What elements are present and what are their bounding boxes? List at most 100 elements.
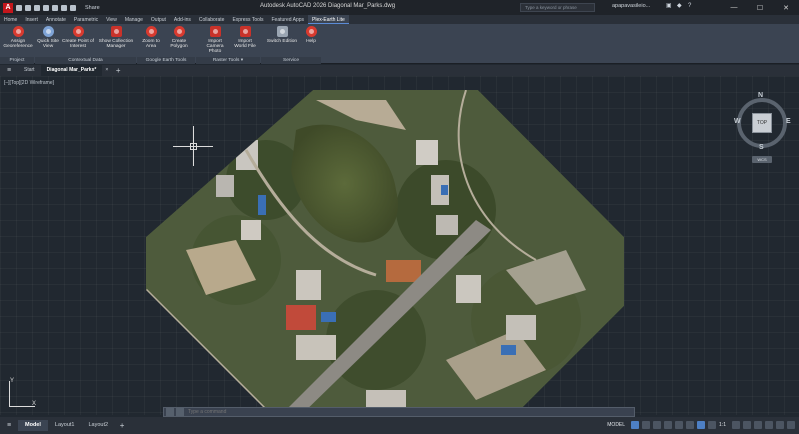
tab-plex-earth-lite[interactable]: Plex-Earth Lite bbox=[308, 15, 349, 24]
zoom-to-area-button[interactable]: Zoom to Area bbox=[139, 26, 163, 49]
tab-featured-apps[interactable]: Featured Apps bbox=[268, 15, 309, 24]
window-controls: — ☐ ✕ bbox=[721, 0, 799, 15]
open-file-icon[interactable] bbox=[25, 4, 31, 11]
layout-tab-model[interactable]: Model bbox=[18, 420, 48, 431]
cart-icon[interactable]: ▣ bbox=[666, 3, 673, 10]
save-as-icon[interactable] bbox=[43, 4, 49, 11]
customize-command-icon[interactable] bbox=[176, 408, 184, 416]
layout-tab-layout2[interactable]: Layout2 bbox=[81, 420, 115, 431]
doc-tab-diagonal-mar-parks[interactable]: Diagonal Mar_Parks* bbox=[40, 65, 103, 76]
title-tools: ▣ ◆ ? bbox=[666, 3, 695, 10]
aerial-map-image bbox=[146, 90, 624, 415]
compass-east[interactable]: E bbox=[786, 118, 791, 125]
document-tab-bar: ≡ Start Diagonal Mar_Parks* × + bbox=[0, 65, 799, 76]
object-snap-icon[interactable] bbox=[697, 421, 706, 429]
workspace-gear-icon[interactable] bbox=[732, 421, 740, 429]
hardware-acceleration-icon[interactable] bbox=[765, 421, 773, 429]
viewcube[interactable]: TOP N S E W bbox=[733, 92, 791, 152]
viewport-controls[interactable]: [–][Top][2D Wireframe] bbox=[4, 80, 54, 86]
customization-menu-icon[interactable] bbox=[787, 421, 795, 429]
title-bar: A Share Autodesk AutoCAD 2026 Diagonal M… bbox=[0, 0, 799, 15]
ucs-x-label: X bbox=[32, 401, 37, 407]
show-collection-label: Show Collection Manager bbox=[98, 39, 134, 49]
object-snap-tracking-icon[interactable] bbox=[686, 421, 695, 429]
help-circle-icon bbox=[305, 26, 317, 37]
group-google-earth-tools: Google Earth Tools bbox=[137, 57, 195, 64]
close-command-line-icon[interactable] bbox=[166, 408, 174, 416]
crosshair-pickbox bbox=[190, 143, 197, 150]
add-layout-button[interactable]: + bbox=[115, 421, 129, 430]
window-title: Autodesk AutoCAD 2026 Diagonal Mar_Parks… bbox=[260, 3, 396, 9]
tab-parametric[interactable]: Parametric bbox=[70, 15, 102, 24]
clean-screen-icon[interactable] bbox=[776, 421, 784, 429]
assign-georeference-button[interactable]: Assign Georeference bbox=[3, 26, 33, 49]
ribbon-panel: Assign Georeference Quick Site View Crea… bbox=[0, 24, 799, 64]
hamburger-menu-icon[interactable]: ≡ bbox=[0, 67, 18, 74]
layout-menu-icon[interactable]: ≡ bbox=[0, 422, 18, 429]
grid-icon[interactable] bbox=[631, 421, 640, 429]
maximize-button[interactable]: ☐ bbox=[747, 0, 773, 15]
wcs-menu-button[interactable]: WCS bbox=[752, 156, 772, 163]
save-icon[interactable] bbox=[34, 4, 40, 11]
drawing-area[interactable]: [–][Top][2D Wireframe] TOP N S E W WCS Y… bbox=[0, 76, 799, 415]
tab-annotate[interactable]: Annotate bbox=[42, 15, 70, 24]
model-space-toggle[interactable]: MODEL bbox=[607, 422, 625, 428]
new-tab-button[interactable]: + bbox=[111, 66, 125, 75]
share-button[interactable]: Share bbox=[85, 5, 100, 11]
layout-tab-layout1[interactable]: Layout1 bbox=[48, 420, 82, 431]
help-label: Help bbox=[306, 39, 316, 44]
annotation-visibility-icon[interactable] bbox=[708, 421, 717, 429]
polar-tracking-icon[interactable] bbox=[664, 421, 673, 429]
tab-manage[interactable]: Manage bbox=[121, 15, 147, 24]
group-service: Service bbox=[261, 57, 321, 64]
import-camera-photo-button[interactable]: Import Camera Photo bbox=[200, 26, 230, 54]
plus-icon[interactable] bbox=[743, 421, 751, 429]
close-window-button[interactable]: ✕ bbox=[773, 0, 799, 15]
import-world-file-label: Import World File bbox=[234, 39, 256, 49]
tab-home[interactable]: Home bbox=[0, 15, 21, 24]
print-icon[interactable] bbox=[52, 4, 58, 11]
help-button[interactable]: Help bbox=[302, 26, 320, 44]
switch-edition-button[interactable]: Switch Edition bbox=[265, 26, 299, 44]
tab-view[interactable]: View bbox=[102, 15, 121, 24]
create-polygon-button[interactable]: Create Polygon bbox=[166, 26, 192, 49]
collection-manager-icon bbox=[110, 26, 122, 37]
help-icon[interactable]: ? bbox=[688, 3, 695, 10]
snap-icon[interactable] bbox=[642, 421, 651, 429]
world-file-icon bbox=[239, 26, 251, 37]
compass-west[interactable]: W bbox=[734, 118, 741, 125]
ucs-y-axis bbox=[9, 381, 10, 407]
zoom-area-icon bbox=[145, 26, 157, 37]
isolate-objects-icon[interactable] bbox=[754, 421, 762, 429]
new-file-icon[interactable] bbox=[16, 4, 22, 11]
tab-insert[interactable]: Insert bbox=[21, 15, 42, 24]
switch-edition-icon bbox=[276, 26, 288, 37]
compass-north[interactable]: N bbox=[758, 92, 763, 99]
undo-icon[interactable] bbox=[61, 4, 67, 11]
viewcube-top-face[interactable]: TOP bbox=[752, 113, 772, 133]
redo-icon[interactable] bbox=[70, 4, 76, 11]
site-view-icon bbox=[42, 26, 54, 37]
compass-south[interactable]: S bbox=[759, 144, 764, 151]
group-raster-tools[interactable]: Raster Tools ▾ bbox=[196, 57, 260, 64]
autodesk-a360-icon[interactable]: ◆ bbox=[677, 3, 684, 10]
tab-add-ins[interactable]: Add-ins bbox=[170, 15, 195, 24]
ortho-icon[interactable] bbox=[653, 421, 662, 429]
tab-express-tools[interactable]: Express Tools bbox=[228, 15, 267, 24]
quick-site-view-button[interactable]: Quick Site View bbox=[36, 26, 60, 49]
isodraft-icon[interactable] bbox=[675, 421, 684, 429]
close-tab-icon[interactable]: × bbox=[102, 65, 111, 76]
autocad-logo-icon[interactable]: A bbox=[3, 2, 13, 13]
annotation-scale[interactable]: 1:1 bbox=[719, 422, 726, 428]
tab-collaborate[interactable]: Collaborate bbox=[195, 15, 229, 24]
user-account[interactable]: apapavasileio... bbox=[612, 3, 650, 9]
tab-output[interactable]: Output bbox=[147, 15, 170, 24]
create-point-of-interest-button[interactable]: Create Point of Interest bbox=[60, 26, 96, 49]
minimize-button[interactable]: — bbox=[721, 0, 747, 15]
doc-tab-start[interactable]: Start bbox=[18, 65, 41, 76]
quick-access-toolbar: A Share bbox=[0, 2, 100, 13]
show-collection-manager-button[interactable]: Show Collection Manager bbox=[97, 26, 135, 49]
import-world-file-button[interactable]: Import World File bbox=[232, 26, 258, 49]
help-search-input[interactable]: Type a keyword or phrase bbox=[520, 3, 595, 12]
command-input[interactable] bbox=[188, 409, 588, 415]
